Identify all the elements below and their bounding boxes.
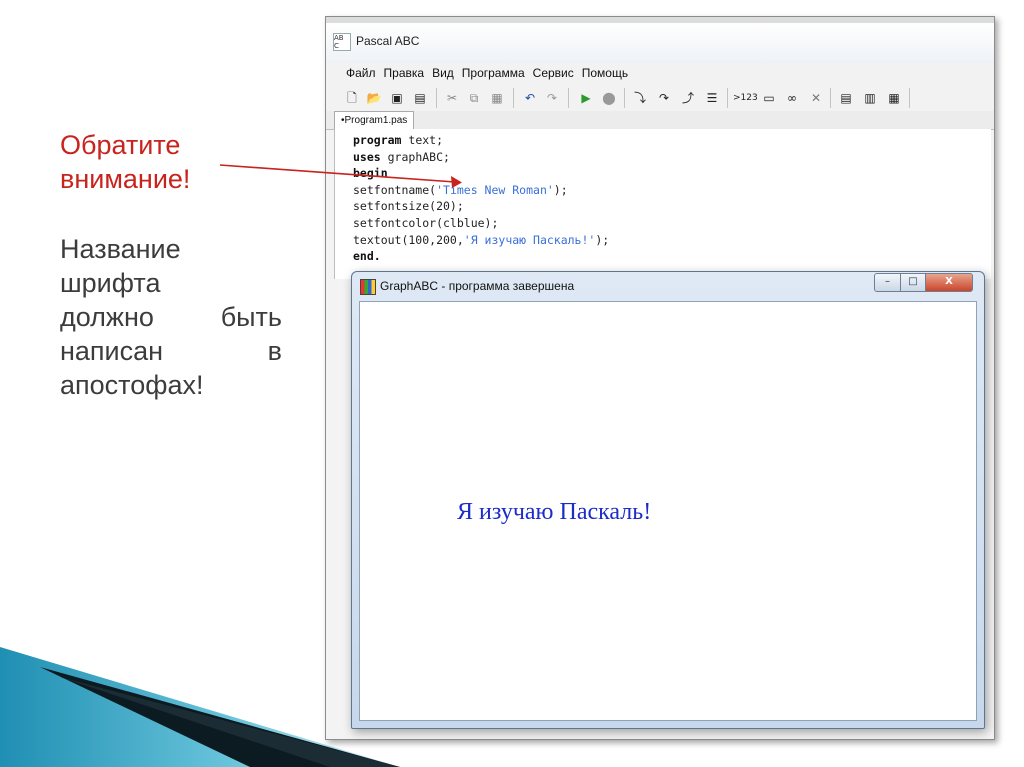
code-token: text; xyxy=(401,133,444,147)
glasses-icon[interactable]: ∞ xyxy=(784,90,800,106)
numbers-icon[interactable]: >123 xyxy=(733,90,758,106)
code-editor[interactable]: program text; uses graphABC; begin setfo… xyxy=(334,129,991,279)
note-word: в xyxy=(267,336,282,366)
toolbar: 🗋 📂 ▣ ▤ ✂ ⧉ ▦ ↶ ↷ ▶ ⬤ ⤵ ↷ ⤴ ☰ >123 ▭ ∞ ✕… xyxy=(326,85,994,111)
note-title-line: Обратите xyxy=(60,130,181,160)
step-over-icon[interactable]: ↷ xyxy=(656,90,672,106)
close-button[interactable]: X xyxy=(925,273,973,292)
save-icon[interactable]: ▣ xyxy=(389,90,405,106)
graphabc-window-title: GraphABC - программа завершена xyxy=(380,279,575,293)
note-word: апостофах! xyxy=(60,370,204,400)
format-icon[interactable]: ▤ xyxy=(838,90,854,106)
note-word: написан xyxy=(60,336,164,366)
cut-icon[interactable]: ✂ xyxy=(444,90,460,106)
toolbar-separator xyxy=(436,88,437,108)
window-icon[interactable]: ▭ xyxy=(761,90,777,106)
save-all-icon[interactable]: ▤ xyxy=(412,90,428,106)
watch-icon[interactable]: ☰ xyxy=(704,90,720,106)
code-token: setfontcolor(clblue); xyxy=(353,215,499,230)
menu-view[interactable]: Вид xyxy=(428,63,458,80)
menu-file[interactable]: Файл xyxy=(342,63,380,80)
note-body: Название шрифта должно быть написан в апос… xyxy=(60,232,282,402)
note-word: шрифта xyxy=(60,268,161,298)
pascal-title-bar[interactable]: AB C Pascal ABC xyxy=(326,23,994,64)
code-string: 'Times New Roman' xyxy=(436,182,554,197)
graphabc-canvas: Я изучаю Паскаль! xyxy=(359,301,977,721)
code-token: graphABC; xyxy=(380,149,450,164)
code-token: setfontname( xyxy=(353,182,437,197)
menu-bar: Файл Правка Вид Программа Сервис Помощь xyxy=(326,63,994,86)
code-keyword: end. xyxy=(353,249,381,264)
toolbar-separator xyxy=(624,88,625,108)
step-out-icon[interactable]: ⤴ xyxy=(680,90,696,106)
toolbar-separator xyxy=(909,88,910,108)
note-body-line: апостофах! xyxy=(60,368,282,402)
toolbar-separator xyxy=(513,88,514,108)
note-title-line: внимание! xyxy=(60,164,191,194)
menu-edit[interactable]: Правка xyxy=(380,63,429,80)
pascal-window-title: Pascal ABC xyxy=(356,34,420,48)
redo-icon[interactable]: ↷ xyxy=(544,90,560,106)
menu-program[interactable]: Программа xyxy=(458,63,529,80)
graphabc-window: GraphABC - программа завершена – □ X Я и… xyxy=(351,271,985,729)
menu-help[interactable]: Помощь xyxy=(578,63,632,80)
run-icon[interactable]: ▶ xyxy=(578,90,594,106)
stop-icon[interactable]: ⬤ xyxy=(601,90,617,106)
note-word: быть xyxy=(220,302,282,332)
open-folder-icon[interactable]: 📂 xyxy=(366,90,382,106)
tab-program1[interactable]: •Program1.pas xyxy=(334,111,415,129)
code-text: program text; uses graphABC; begin setfo… xyxy=(353,132,609,265)
graphabc-icon xyxy=(360,279,376,295)
note-body-line: написан в xyxy=(60,334,282,368)
list-icon[interactable]: ▥ xyxy=(862,90,878,106)
code-string: 'Я изучаю Паскаль!' xyxy=(463,232,596,247)
paste-icon[interactable]: ▦ xyxy=(489,90,505,106)
new-file-icon[interactable]: 🗋 xyxy=(344,90,360,106)
code-keyword: uses xyxy=(353,149,381,164)
toolbar-separator xyxy=(727,88,728,108)
undo-icon[interactable]: ↶ xyxy=(522,90,538,106)
code-token: ); xyxy=(553,182,568,197)
note-body-line: Название xyxy=(60,232,282,266)
note-body-line: шрифта xyxy=(60,266,282,300)
note-word: Название xyxy=(60,234,181,264)
note-word: должно xyxy=(60,302,154,332)
grid-icon[interactable]: ▦ xyxy=(886,90,902,106)
minimize-button[interactable]: – xyxy=(874,273,901,292)
note-title: Обратите внимание! xyxy=(60,128,290,196)
code-token: setfontsize(20); xyxy=(353,199,464,214)
note-body-line: должно быть xyxy=(60,300,282,334)
toolbar-separator xyxy=(568,88,569,108)
menu-service[interactable]: Сервис xyxy=(529,63,578,80)
output-text: Я изучаю Паскаль! xyxy=(457,499,652,525)
tab-bar: •Program1.pas xyxy=(326,111,994,130)
close-x-icon[interactable]: ✕ xyxy=(808,90,824,106)
toolbar-separator xyxy=(830,88,831,108)
maximize-button[interactable]: □ xyxy=(900,273,926,292)
code-keyword: begin xyxy=(353,166,388,181)
step-into-icon[interactable]: ⤵ xyxy=(632,90,648,106)
code-token: textout(100,200, xyxy=(353,232,464,247)
copy-icon[interactable]: ⧉ xyxy=(466,90,482,106)
code-keyword: program xyxy=(353,133,402,147)
pascalabc-icon: AB C xyxy=(333,33,351,51)
code-token: ); xyxy=(595,232,610,247)
